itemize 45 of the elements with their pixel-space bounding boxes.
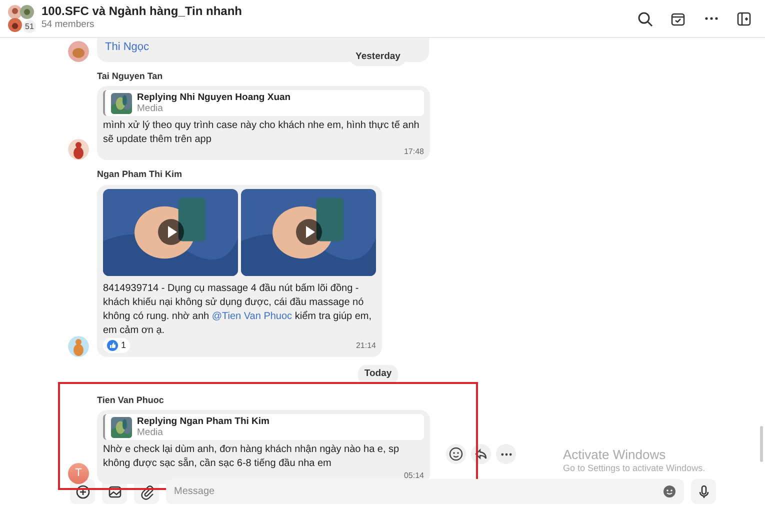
more-icon	[500, 452, 512, 456]
emoji-icon[interactable]	[663, 485, 676, 498]
sender-name: Ngan Pham Thi Kim	[97, 168, 184, 182]
mention-link[interactable]: Thi Ngọc	[105, 41, 150, 53]
reply-preview[interactable]: Replying Nhi Nguyen Hoang Xuan Media	[103, 90, 424, 116]
reply-button[interactable]	[471, 444, 491, 464]
reply-title: Replying Ngan Pham Thi Kim	[137, 416, 270, 427]
sidebar-icon	[736, 10, 752, 26]
reply-subtitle: Media	[137, 427, 164, 438]
search-icon	[637, 10, 653, 26]
reply-title: Replying Nhi Nguyen Hoang Xuan	[137, 92, 291, 104]
reaction-count: 1	[121, 338, 126, 352]
attachment-icon	[138, 484, 154, 500]
sender-name: Tai Nguyen Tan	[97, 70, 164, 83]
image-icon	[106, 484, 122, 500]
calendar-check-icon	[670, 10, 686, 26]
message-text: 8414939714 - Dụng cụ massage 4 đầu nút bấm lõi đồng - khách khiếu nại không sử dụng được, cái đầu massage nó không có rung. nhờ anh @Tien Van Phuoc kiểm tra giúp em, em cảm ơn ạ.	[103, 282, 373, 338]
message-text: mình xử lý theo quy trình case này cho khách nhe em, hình thực tế anh sẽ update thêm trên app	[103, 119, 420, 148]
more-button[interactable]	[496, 444, 516, 464]
play-icon[interactable]	[158, 218, 184, 245]
message-time: 21:14	[356, 341, 376, 350]
like-icon	[107, 340, 118, 351]
activation-title: Activate Windows	[563, 448, 667, 463]
more-icon	[704, 17, 718, 20]
reply-preview[interactable]: Replying Ngan Pham Thi Kim Media	[103, 414, 424, 440]
emoji-button[interactable]	[446, 444, 466, 464]
member-count: 51	[23, 20, 36, 32]
reply-icon	[473, 446, 489, 462]
sender-name: Tien Van Phuoc	[97, 394, 165, 406]
reply-subtitle: Media	[137, 103, 164, 114]
message-time: 17:48	[404, 147, 424, 156]
reaction-badge[interactable]: 1	[103, 338, 130, 354]
message-text: Nhờ e check lại dùm anh, đơn hàng khách nhận ngày nào ha e, sp không được sạc sẵn, cần sạc 6-8 tiếng đầu nha em	[103, 443, 400, 471]
emoji-icon	[448, 446, 464, 462]
activation-text: Go to Settings to activate Windows.	[563, 462, 706, 474]
scrollbar[interactable]	[760, 426, 763, 462]
play-icon[interactable]	[296, 218, 322, 245]
member-count-label: 54 members	[42, 18, 96, 32]
message-field[interactable]: Message	[166, 479, 684, 504]
microphone-button[interactable]	[691, 479, 716, 504]
message-time: 05:14	[404, 471, 424, 480]
add-icon	[74, 484, 90, 500]
avatar: T	[68, 463, 89, 484]
chat-title: 100.SFC và Ngành hàng_Tin nhanh	[42, 4, 242, 18]
mention-link[interactable]: @Tien Van Phuoc	[212, 310, 292, 322]
